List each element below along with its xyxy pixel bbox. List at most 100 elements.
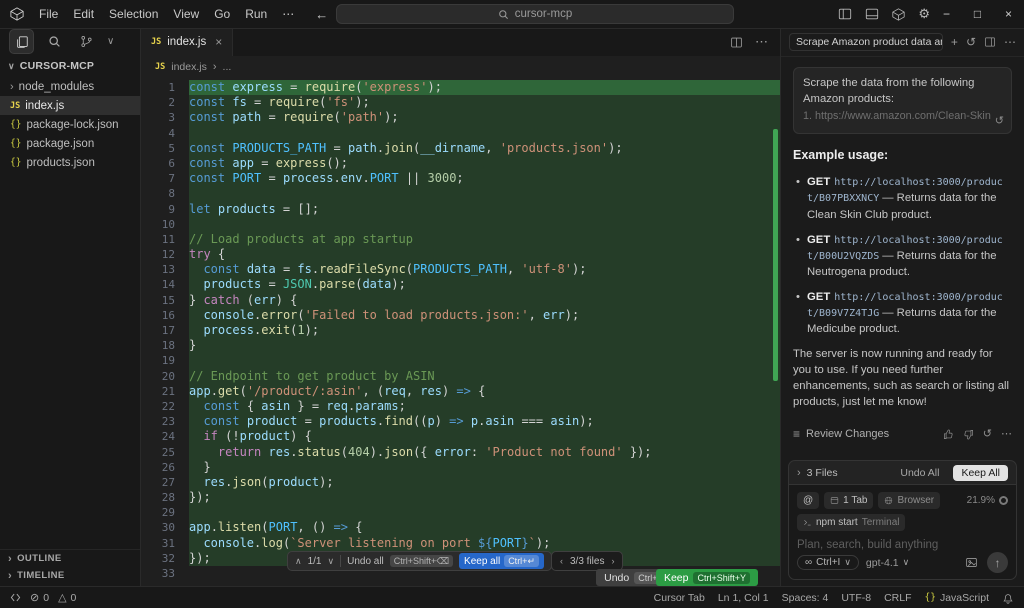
code-line[interactable]: 26 } <box>141 460 780 475</box>
code-line[interactable]: 11// Load products at app startup <box>141 232 780 247</box>
tab-context-chip[interactable]: 1 Tab <box>824 492 873 509</box>
add-context-button[interactable]: @ <box>797 492 819 509</box>
command-center-search[interactable]: cursor-mcp <box>336 4 734 24</box>
code-line[interactable]: 31 console.log(`Server listening on port… <box>141 536 780 551</box>
code-line[interactable]: 9let products = []; <box>141 202 780 217</box>
code-line[interactable]: 28}); <box>141 490 780 505</box>
cursor-ai-icon[interactable] <box>892 8 905 21</box>
review-changes-button[interactable]: Review Changes <box>806 427 889 443</box>
code-line[interactable]: 30app.listen(PORT, () => { <box>141 520 780 535</box>
code-editor[interactable]: 1const express = require('express');2con… <box>141 77 780 586</box>
code-line[interactable]: 15} catch (err) { <box>141 293 780 308</box>
outline-section[interactable]: › OUTLINE <box>0 550 140 567</box>
code-line[interactable]: 19 <box>141 353 780 368</box>
breadcrumb-more[interactable]: ... <box>223 61 232 73</box>
keep-all-files-button[interactable]: Keep All <box>953 465 1008 481</box>
history-icon[interactable]: ↺ <box>966 35 976 49</box>
more-actions-icon[interactable]: ⋯ <box>755 34 768 50</box>
files-count[interactable]: 3 Files <box>807 467 838 479</box>
menu-go[interactable]: Go <box>207 5 237 23</box>
menu-run[interactable]: Run <box>238 5 274 23</box>
cursor-position[interactable]: Ln 1, Col 1 <box>718 592 769 604</box>
breadcrumb-file[interactable]: index.js <box>171 61 207 73</box>
chevron-right-icon[interactable]: › <box>797 467 801 479</box>
eol-status[interactable]: CRLF <box>884 592 911 604</box>
maximize-button[interactable]: □ <box>962 0 993 28</box>
tree-item-node-modules[interactable]: › node_modules <box>0 77 140 96</box>
code-line[interactable]: 1const express = require('express'); <box>141 80 780 95</box>
code-line[interactable]: 2const fs = require('fs'); <box>141 95 780 110</box>
code-line[interactable]: 25 return res.status(404).json({ error: … <box>141 445 780 460</box>
timeline-section[interactable]: › TIMELINE <box>0 567 140 584</box>
toggle-sidebar-icon[interactable] <box>838 7 852 21</box>
back-icon[interactable]: ← <box>315 7 328 22</box>
breadcrumb[interactable]: JS index.js › ... <box>141 56 780 77</box>
send-button[interactable]: ↑ <box>987 552 1008 573</box>
next-change-icon[interactable]: ∨ <box>328 556 335 567</box>
code-line[interactable]: 22 const { asin } = req.params; <box>141 399 780 414</box>
agent-mode-selector[interactable]: ∞ Ctrl+I ∨ <box>797 555 859 570</box>
thumbs-up-icon[interactable] <box>943 429 954 440</box>
code-line[interactable]: 7const PORT = process.env.PORT || 3000; <box>141 171 780 186</box>
chat-input-card[interactable]: @ 1 Tab Browser <box>788 484 1017 580</box>
code-line[interactable]: 20// Endpoint to get product by ASIN <box>141 369 780 384</box>
code-line[interactable]: 10 <box>141 217 780 232</box>
menu-edit[interactable]: Edit <box>66 5 101 23</box>
code-line[interactable]: 18} <box>141 338 780 353</box>
toggle-panel-icon[interactable] <box>865 7 879 21</box>
problems-warnings[interactable]: △ 0 <box>58 591 76 604</box>
open-editor-icon[interactable] <box>984 36 996 48</box>
code-line[interactable]: 16 console.error('Failed to load product… <box>141 308 780 323</box>
tree-item-package-lock[interactable]: {} package-lock.json <box>0 115 140 134</box>
model-selector[interactable]: gpt-4.1 ∨ <box>866 557 909 569</box>
chat-input-placeholder[interactable]: Plan, search, build anything <box>797 539 1008 551</box>
code-line[interactable]: 5const PRODUCTS_PATH = path.join(__dirna… <box>141 141 780 156</box>
keep-all-button[interactable]: Keep all Ctrl+↵ <box>459 553 544 569</box>
restore-checkpoint-icon[interactable]: ↺ <box>995 114 1004 130</box>
next-file-icon[interactable]: › <box>611 556 614 566</box>
explorer-icon[interactable] <box>9 29 34 54</box>
code-line[interactable]: 8 <box>141 186 780 201</box>
tab-index-js[interactable]: JS index.js × <box>141 28 233 56</box>
minimize-button[interactable]: − <box>931 0 962 28</box>
cursor-tab-status[interactable]: Cursor Tab <box>654 592 705 604</box>
new-chat-icon[interactable]: + <box>951 35 958 49</box>
close-tab-icon[interactable]: × <box>215 35 222 49</box>
code-line[interactable]: 6const app = express(); <box>141 156 780 171</box>
code-line[interactable]: 29 <box>141 505 780 520</box>
menu-more-icon[interactable]: ⋯ <box>275 5 301 23</box>
more-views-chevron-icon[interactable]: ∨ <box>107 36 114 47</box>
code-line[interactable]: 17 process.exit(1); <box>141 323 780 338</box>
menu-file[interactable]: File <box>32 5 65 23</box>
tree-item-products-json[interactable]: {} products.json <box>0 153 140 172</box>
terminal-context-chip[interactable]: npm start Terminal <box>797 514 905 531</box>
menu-selection[interactable]: Selection <box>102 5 165 23</box>
code-line[interactable]: 21app.get('/product/:asin', (req, res) =… <box>141 384 780 399</box>
attach-image-icon[interactable] <box>965 556 978 569</box>
tree-item-package-json[interactable]: {} package.json <box>0 134 140 153</box>
prev-file-icon[interactable]: ‹ <box>560 556 563 566</box>
encoding-status[interactable]: UTF-8 <box>841 592 871 604</box>
chat-title[interactable]: Scrape Amazon product data and c <box>789 33 943 51</box>
keep-change-button[interactable]: Keep Ctrl+Shift+Y <box>656 569 758 586</box>
code-line[interactable]: 27 res.json(product); <box>141 475 780 490</box>
code-line[interactable]: 12try { <box>141 247 780 262</box>
source-control-icon[interactable] <box>75 30 98 53</box>
close-window-button[interactable]: × <box>993 0 1024 28</box>
problems-errors[interactable]: ⊘ 0 <box>30 591 49 604</box>
undo-all-button[interactable]: Undo all <box>347 556 384 567</box>
search-view-icon[interactable] <box>43 30 66 53</box>
message-more-icon[interactable]: ⋯ <box>1001 427 1012 443</box>
code-line[interactable]: 4 <box>141 126 780 141</box>
undo-all-files-button[interactable]: Undo All <box>900 467 939 479</box>
code-line[interactable]: 13 const data = fs.readFileSync(PRODUCTS… <box>141 262 780 277</box>
remote-indicator-icon[interactable] <box>10 592 21 603</box>
tree-item-index-js[interactable]: JS index.js <box>0 96 140 115</box>
code-line[interactable]: 14 products = JSON.parse(data); <box>141 277 780 292</box>
menu-view[interactable]: View <box>166 5 206 23</box>
more-options-icon[interactable]: ⋯ <box>1004 35 1016 49</box>
indentation-status[interactable]: Spaces: 4 <box>782 592 829 604</box>
code-line[interactable]: 3const path = require('path'); <box>141 110 780 125</box>
workspace-header[interactable]: ∨ CURSOR-MCP <box>0 55 140 77</box>
settings-gear-icon[interactable]: ⚙ <box>918 6 930 22</box>
